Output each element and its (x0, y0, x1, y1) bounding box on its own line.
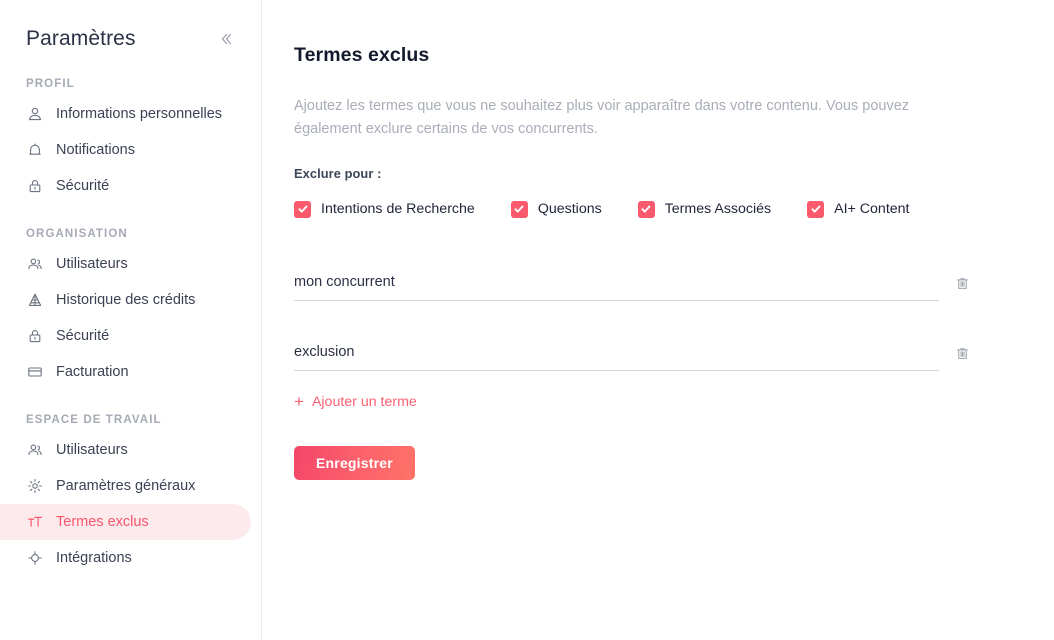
sidebar-item-integrations[interactable]: Intégrations (0, 540, 251, 576)
sidebar-item-label: Paramètres généraux (56, 478, 196, 494)
checkbox-label: Intentions de Recherche (321, 201, 475, 218)
lock-icon (26, 178, 43, 195)
trash-icon[interactable] (951, 273, 973, 295)
checkmark-icon[interactable] (637, 200, 655, 218)
save-button[interactable]: Enregistrer (294, 445, 415, 480)
sidebar-item-notifications[interactable]: Notifications (0, 132, 251, 168)
add-term-button[interactable]: + Ajouter un terme (294, 392, 417, 412)
nav-heading-organisation: ORGANISATION (26, 228, 128, 240)
checkbox-label: Questions (537, 201, 602, 218)
bell-icon (26, 142, 43, 159)
sidebar-item-label: Notifications (56, 142, 135, 158)
term-input[interactable] (294, 343, 939, 360)
exclude-for-checkbox-group: Intentions de Recherche Questions Termes… (294, 200, 1054, 218)
nav-heading-profil: PROFIL (26, 78, 75, 90)
double-chevron-left-icon[interactable] (213, 26, 239, 52)
main-content: Termes exclus Ajoutez les termes que vou… (262, 0, 1054, 640)
sidebar-item-label: Sécurité (56, 328, 110, 344)
term-input-wrapper (294, 273, 939, 301)
term-input[interactable] (294, 273, 939, 290)
plus-icon: + (294, 392, 304, 412)
trash-icon[interactable] (951, 343, 973, 365)
users-icon (26, 256, 43, 273)
checkmark-icon[interactable] (807, 200, 825, 218)
sidebar-item-termes-exclus[interactable]: Termes exclus (0, 504, 251, 540)
nav-section-organisation: ORGANISATION Utilisateurs Historique des… (0, 228, 261, 390)
sidebar-item-facturation[interactable]: Facturation (0, 354, 251, 390)
checkbox-intentions-de-recherche[interactable]: Intentions de Recherche (294, 200, 475, 218)
sidebar-item-securite-organisation[interactable]: Sécurité (0, 318, 251, 354)
user-icon (26, 106, 43, 123)
add-term-label: Ajouter un terme (311, 394, 417, 411)
sidebar-item-label: Informations personnelles (56, 106, 223, 122)
sidebar-item-historique-des-credits[interactable]: Historique des crédits (0, 282, 251, 318)
users-icon (26, 442, 43, 459)
nav-section-espace-de-travail: ESPACE DE TRAVAIL Utilisateurs Paramètre… (0, 414, 261, 576)
nav-heading-espace-de-travail: ESPACE DE TRAVAIL (26, 414, 162, 426)
page-title: Termes exclus (294, 44, 430, 66)
sidebar-item-utilisateurs-workspace[interactable]: Utilisateurs (0, 432, 251, 468)
checkbox-label: Termes Associés (664, 201, 772, 218)
checkmark-icon[interactable] (510, 200, 528, 218)
checkmark-icon[interactable] (294, 200, 311, 218)
sidebar-item-label: Termes exclus (56, 514, 149, 530)
gear-icon (26, 478, 43, 495)
sidebar-item-label: Utilisateurs (56, 442, 128, 458)
sidebar-item-utilisateurs-organisation[interactable]: Utilisateurs (0, 246, 251, 282)
term-input-wrapper (294, 343, 939, 371)
checkbox-termes-associes[interactable]: Termes Associés (637, 200, 772, 218)
term-row (294, 244, 973, 301)
term-row (294, 314, 973, 371)
sidebar-header: Paramètres (0, 0, 261, 56)
credit-card-icon (26, 364, 43, 381)
pyramid-icon (26, 292, 43, 309)
checkbox-questions[interactable]: Questions (510, 200, 602, 218)
sidebar-item-label: Intégrations (56, 550, 132, 566)
sidebar-item-label: Utilisateurs (56, 256, 128, 272)
sidebar-item-label: Sécurité (56, 178, 110, 194)
settings-page: Paramètres PROFIL Informations personnel… (0, 0, 1054, 640)
sidebar: Paramètres PROFIL Informations personnel… (0, 0, 262, 640)
sidebar-title: Paramètres (26, 27, 136, 50)
sidebar-item-parametres-generaux[interactable]: Paramètres généraux (0, 468, 251, 504)
integrations-target-icon (26, 550, 43, 567)
sidebar-item-label: Facturation (56, 364, 129, 380)
sidebar-item-informations-personnelles[interactable]: Informations personnelles (0, 96, 251, 132)
sidebar-item-securite-profil[interactable]: Sécurité (0, 168, 251, 204)
text-format-icon (26, 514, 43, 531)
checkbox-label: AI+ Content (834, 201, 910, 218)
sidebar-item-label: Historique des crédits (56, 292, 196, 308)
page-description: Ajoutez les termes que vous ne souhaitez… (294, 98, 910, 138)
nav-section-profil: PROFIL Informations personnelles Notific… (0, 78, 261, 204)
exclude-for-label: Exclure pour : (294, 165, 382, 181)
excluded-terms-list (294, 244, 1054, 371)
checkbox-ai-plus-content[interactable]: AI+ Content (807, 200, 910, 218)
lock-icon (26, 328, 43, 345)
